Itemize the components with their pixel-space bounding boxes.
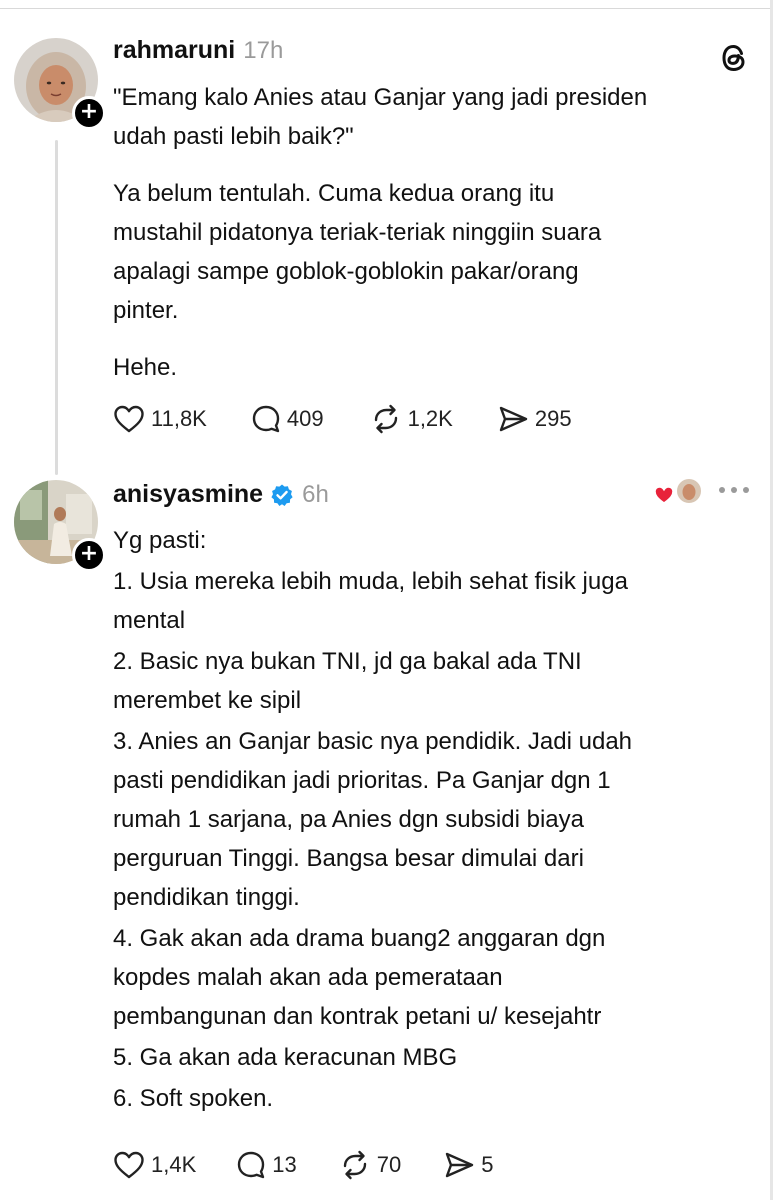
post-line: 5. Ga akan ada keracunan MBG <box>113 1044 458 1071</box>
avatar-rahmaruni[interactable]: + <box>14 38 106 130</box>
share-count: 5 <box>481 1152 494 1177</box>
post-line: Yg pasti: <box>113 527 207 554</box>
repost-icon <box>374 404 397 434</box>
like-count: 11,8K <box>151 406 207 431</box>
timestamp: 6h <box>302 480 329 508</box>
share-icon <box>446 1152 474 1178</box>
post-line: 1. Usia mereka lebih muda, lebih sehat f… <box>113 568 628 634</box>
post-header: anisyasmine 6h <box>113 480 329 509</box>
heart-icon <box>114 1151 144 1179</box>
username[interactable]: rahmaruni <box>113 36 235 65</box>
repost-count: 1,2K <box>407 406 453 431</box>
post-line: 2. Basic nya bukan TNI, jd ga bakal ada … <box>113 648 582 714</box>
thread-connector-line <box>55 140 58 475</box>
post-closing: Hehe. <box>113 354 178 381</box>
timestamp: 17h <box>243 36 284 64</box>
like-button[interactable]: 1,4K <box>113 1150 196 1180</box>
comment-icon <box>252 405 280 433</box>
repost-count: 70 <box>376 1152 402 1177</box>
repost-button[interactable]: 1,2K <box>370 404 453 434</box>
post-body: Yg pasti: 1. Usia mereka lebih muda, leb… <box>113 521 753 1118</box>
post-actions: 11,8K 409 1,2K 295 <box>113 404 572 434</box>
post-header: rahmaruni 17h <box>113 36 283 65</box>
post-line: 3. Anies an Ganjar basic nya pendidik. J… <box>113 728 633 911</box>
post-line: 6. Soft spoken. <box>113 1085 274 1112</box>
post-paragraph: Ya belum tentulah. Cuma kedua orang itu … <box>113 180 602 324</box>
post-quote: "Emang kalo Anies atau Ganjar yang jadi … <box>113 84 648 150</box>
repost-button[interactable]: 70 <box>339 1150 401 1180</box>
share-button[interactable]: 5 <box>443 1150 493 1180</box>
post-body: "Emang kalo Anies atau Ganjar yang jadi … <box>113 78 753 387</box>
share-count: 295 <box>534 406 572 431</box>
top-divider <box>0 8 773 9</box>
follow-plus-icon[interactable]: + <box>72 96 106 130</box>
reply-count: 409 <box>286 406 324 431</box>
share-button[interactable]: 295 <box>497 404 572 434</box>
repost-icon <box>343 1150 366 1180</box>
username[interactable]: anisyasmine <box>113 480 263 509</box>
follow-plus-icon[interactable]: + <box>72 538 106 572</box>
liked-by-author-icon <box>655 477 703 505</box>
share-icon <box>499 406 528 432</box>
threads-logo-icon[interactable] <box>716 40 752 76</box>
comment-icon <box>238 1151 265 1179</box>
more-dots-icon[interactable] <box>718 486 750 494</box>
like-button[interactable]: 11,8K <box>113 404 207 434</box>
like-count: 1,4K <box>151 1152 197 1177</box>
reply-count: 13 <box>272 1152 297 1177</box>
reply-button[interactable]: 409 <box>251 404 324 434</box>
verified-badge-icon <box>271 484 293 506</box>
reply-button[interactable]: 13 <box>236 1150 297 1180</box>
avatar-anisyasmine[interactable]: + <box>14 480 106 572</box>
post-actions: 1,4K 13 70 5 <box>113 1150 493 1180</box>
heart-icon <box>114 405 144 433</box>
post-line: 4. Gak akan ada drama buang2 anggaran dg… <box>113 925 606 1030</box>
